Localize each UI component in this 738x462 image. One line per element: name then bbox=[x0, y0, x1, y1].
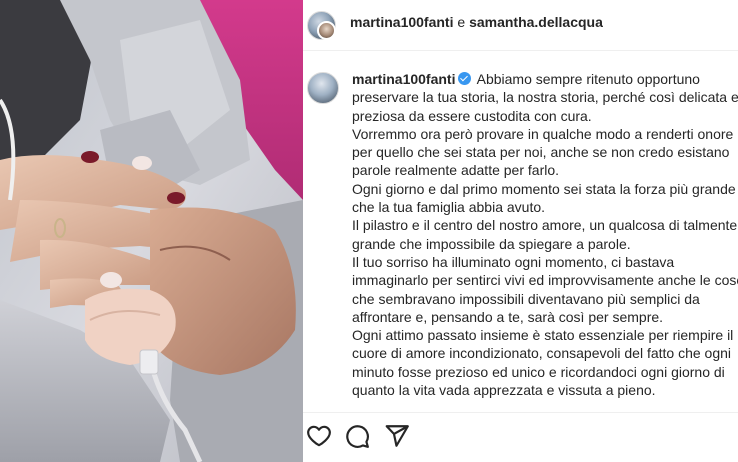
post-details-panel: martina100fanti e samantha.dellacqua mar… bbox=[303, 0, 738, 462]
header-username-2[interactable]: samantha.dellacqua bbox=[469, 14, 603, 30]
caption-line: Ogni attimo passato insieme è stato esse… bbox=[352, 327, 734, 344]
caption-avatar[interactable] bbox=[307, 72, 339, 104]
caption-line: affrontare e, pensando a te, sarà così p… bbox=[352, 308, 664, 325]
paper-plane-icon[interactable] bbox=[384, 423, 410, 449]
caption-line: Il pilastro e il centro del nostro amore… bbox=[352, 217, 738, 234]
caption-line: quanto la vita vada apprezzata e vissuta… bbox=[352, 382, 656, 399]
collaborator-avatar[interactable] bbox=[317, 21, 336, 40]
caption-line-text: Abbiamo sempre ritenuto opportuno bbox=[476, 71, 700, 87]
caption-line: parole realmente adatte per farlo. bbox=[352, 162, 560, 179]
header-username-1[interactable]: martina100fanti bbox=[350, 14, 453, 30]
caption-line: Vorremmo ora però provare in qualche mod… bbox=[352, 125, 734, 142]
post-caption-area: martina100fanti Abbiamo sempre ritenuto … bbox=[303, 66, 738, 411]
caption-line: minuto fosse prezioso ed unico e ricorda… bbox=[352, 363, 725, 380]
caption-line: che sembravano impossibili diventavano p… bbox=[352, 290, 700, 307]
caption-line: preservare la tua storia, la nostra stor… bbox=[352, 89, 738, 106]
header-connector: e bbox=[457, 14, 466, 30]
post-header: martina100fanti e samantha.dellacqua bbox=[303, 0, 738, 51]
hands-photo-illustration bbox=[0, 0, 303, 462]
caption-line: Il tuo sorriso ha illuminato ogni moment… bbox=[352, 253, 675, 270]
comment-icon[interactable] bbox=[344, 423, 370, 449]
caption-line: martina100fanti Abbiamo sempre ritenuto … bbox=[352, 70, 738, 88]
caption-username[interactable]: martina100fanti bbox=[352, 71, 455, 87]
caption-line: preziosa da essere custodita con cura. bbox=[352, 107, 592, 124]
heart-icon[interactable] bbox=[306, 423, 332, 449]
caption-line: Ogni giorno e dal primo momento sei stat… bbox=[352, 180, 736, 197]
caption-line: per quello che sei stata per noi, anche … bbox=[352, 144, 730, 161]
caption-line: immaginarlo per sentirci vivi ed improvv… bbox=[352, 272, 738, 289]
post-actions-bar bbox=[303, 412, 738, 462]
caption-text: martina100fanti Abbiamo sempre ritenuto … bbox=[352, 70, 738, 399]
verified-badge-icon bbox=[458, 72, 472, 85]
caption-line: cuore di amore incondizionato, consapevo… bbox=[352, 345, 732, 362]
header-usernames: martina100fanti e samantha.dellacqua bbox=[350, 14, 603, 30]
post-photo bbox=[0, 0, 303, 462]
caption-line: che la tua famiglia abbia avuto. bbox=[352, 199, 546, 216]
caption-line: grande che impossibile da spiegare a par… bbox=[352, 235, 631, 252]
